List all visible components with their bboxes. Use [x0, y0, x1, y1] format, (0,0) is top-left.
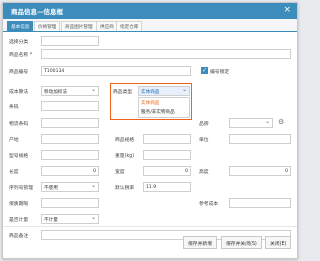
tab-bar: 基本信息 价格管理 商品图片管理 供应商 指定仓库	[3, 19, 297, 32]
ref-cost-label: 参考成本	[199, 202, 219, 207]
tab-supplier[interactable]: 供应商	[96, 21, 118, 31]
tax-input[interactable]: 11.9	[143, 182, 191, 192]
save-close-button[interactable]: 保存并关闭(S)	[221, 236, 262, 249]
cost-method-select[interactable]: 移动加权法	[41, 86, 99, 96]
code-lock-checkbox[interactable]: ✓	[201, 67, 208, 74]
logistics-code-input[interactable]	[41, 118, 99, 128]
code-input[interactable]: T100134	[41, 66, 191, 76]
product-type-label: 商品类型	[113, 90, 133, 95]
category-label: 选择分类	[9, 40, 29, 45]
length-label: 长度	[9, 170, 19, 175]
tab-price-management[interactable]: 价格管理	[34, 21, 61, 31]
tab-warehouse[interactable]: 指定仓库	[116, 21, 143, 31]
option-service[interactable]: 服务/非实物商品	[141, 109, 175, 115]
form-body: 选择分类 商品名称 * 商品编号 T100134 ✓ 编号锁定 成本算法 移动加…	[3, 33, 297, 229]
spec-input[interactable]	[143, 134, 191, 144]
model-input[interactable]	[41, 150, 99, 160]
unit-label: 单位	[199, 138, 209, 143]
brand-label: 品牌	[199, 122, 209, 127]
ref-cost-input[interactable]	[229, 198, 291, 208]
dialog-titlebar: 商品信息—信息框 ×	[3, 3, 297, 19]
serial-label: 序列号管理	[9, 186, 33, 191]
code-label: 商品编号	[9, 70, 29, 75]
unit-input[interactable]	[229, 134, 291, 144]
name-label: 商品名称 *	[9, 53, 33, 58]
tab-basic-info[interactable]: 基本信息	[7, 21, 34, 31]
spec-label: 商品规格	[115, 138, 135, 143]
tab-product-images[interactable]: 商品图片管理	[61, 21, 97, 31]
name-input[interactable]	[41, 49, 291, 59]
product-type-dropdown: 商品类型 实体商品 实体商品 服务/非实物商品	[110, 83, 192, 120]
option-physical[interactable]: 实体商品	[141, 100, 159, 106]
shelf-life-input[interactable]	[41, 198, 99, 208]
length-input[interactable]: 0	[41, 166, 99, 176]
tax-label: 默认税率	[115, 186, 135, 191]
height-input[interactable]: 0	[229, 166, 291, 176]
model-label: 型号规格	[9, 154, 29, 159]
cost-method-label: 成本算法	[9, 90, 29, 95]
logistics-code-label: 物流条码	[9, 122, 29, 127]
product-type-options: 实体商品 服务/非实物商品	[138, 97, 190, 118]
close-icon[interactable]: ×	[283, 5, 291, 15]
brand-select[interactable]	[229, 118, 273, 128]
code-lock-label: 编号锁定	[210, 70, 230, 75]
height-label: 高度	[199, 170, 209, 175]
close-button[interactable]: 关闭(E)	[265, 236, 292, 249]
measure-select[interactable]: 不计量	[41, 214, 99, 224]
barcode-label: 条码	[9, 105, 19, 110]
origin-input[interactable]	[41, 134, 99, 144]
weight-input[interactable]	[143, 150, 191, 160]
width-input[interactable]: 0	[143, 166, 191, 176]
measure-label: 是否计量	[9, 218, 29, 223]
gear-icon[interactable]: ⚙	[278, 118, 284, 126]
dialog-footer: 保存并新增 保存并关闭(S) 关闭(E)	[3, 226, 297, 258]
serial-select[interactable]: 不使用	[41, 182, 99, 192]
barcode-input[interactable]	[41, 101, 99, 111]
category-input[interactable]	[41, 36, 99, 46]
weight-label: 重量(kg)	[115, 154, 135, 159]
shelf-life-label: 保质期限	[9, 202, 29, 207]
origin-label: 产地	[9, 138, 19, 143]
width-label: 宽度	[115, 170, 125, 175]
product-type-select[interactable]: 实体商品	[138, 86, 190, 96]
dialog-title: 商品信息—信息框	[11, 8, 63, 16]
save-new-button[interactable]: 保存并新增	[183, 236, 217, 249]
product-info-dialog: 商品信息—信息框 × 基本信息 价格管理 商品图片管理 供应商 指定仓库 选择分…	[2, 2, 298, 259]
